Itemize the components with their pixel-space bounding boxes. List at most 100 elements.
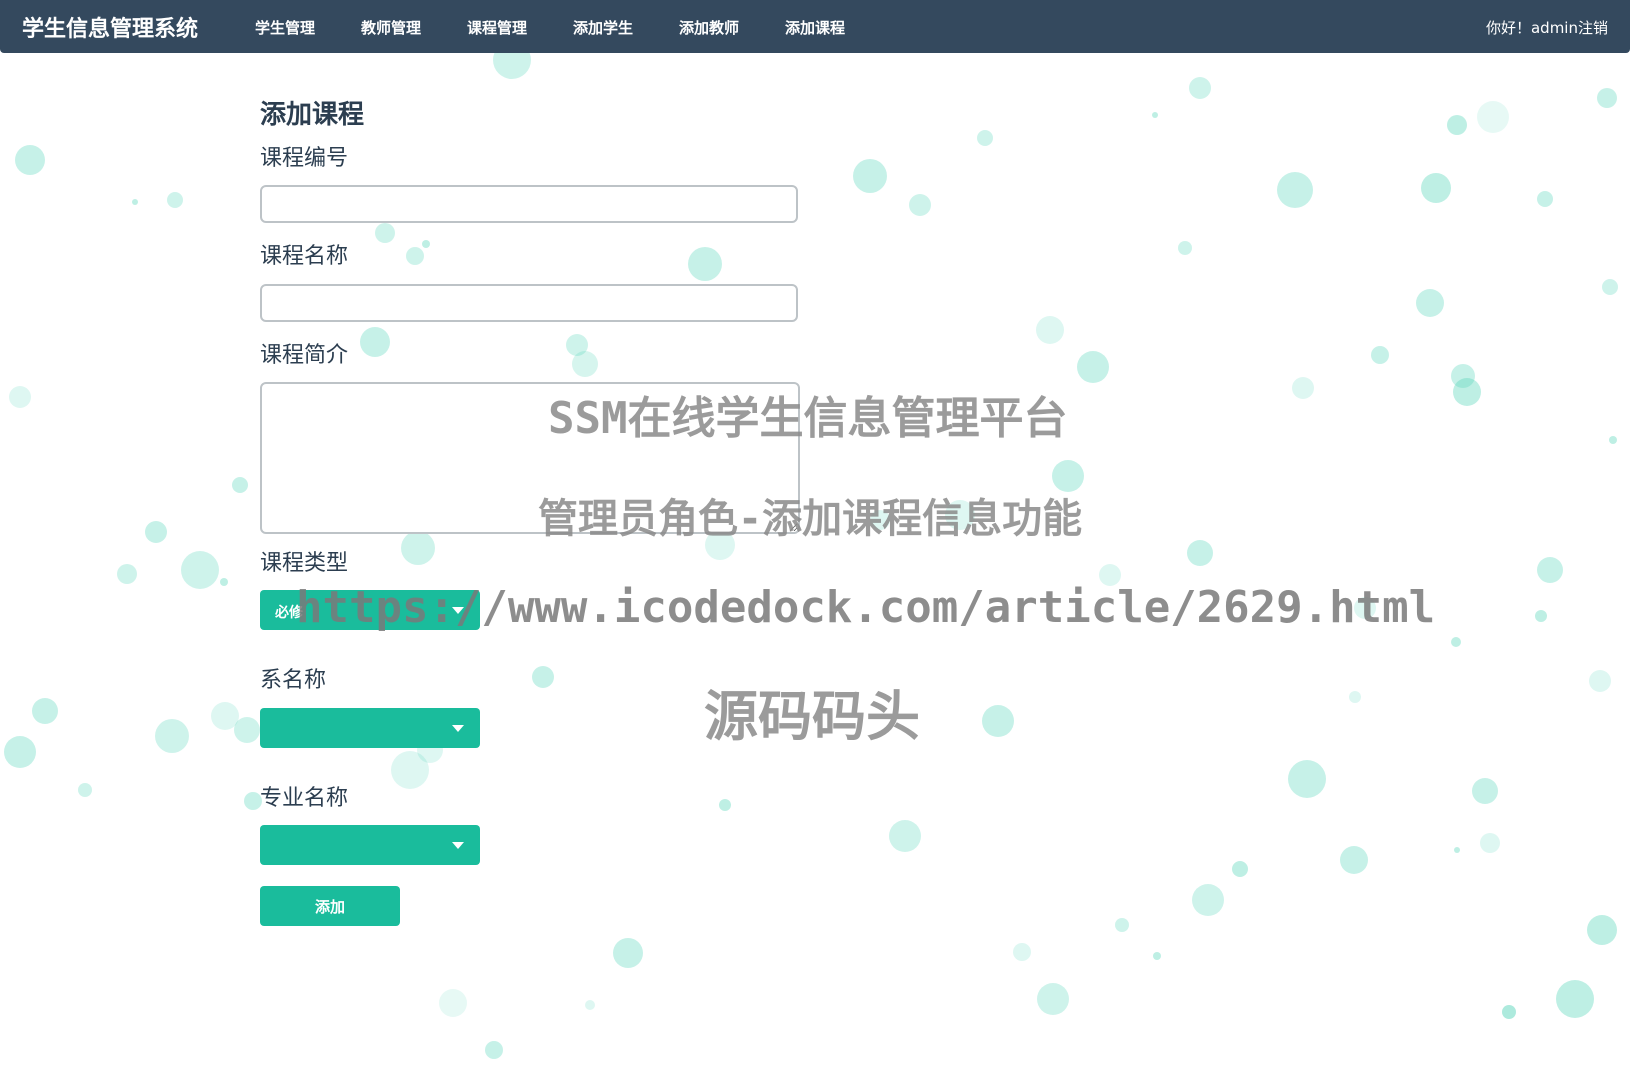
nav-add-student[interactable]: 添加学生	[573, 17, 633, 38]
decorative-bubble	[1115, 918, 1129, 932]
decorative-bubble	[1537, 191, 1553, 207]
decorative-bubble	[532, 666, 554, 688]
decorative-bubble	[853, 159, 887, 193]
major-label: 专业名称	[260, 786, 349, 811]
decorative-bubble	[1288, 760, 1326, 798]
decorative-bubble	[439, 989, 467, 1017]
user-greeting: 你好！admin	[1485, 19, 1578, 37]
decorative-bubble	[889, 820, 921, 852]
decorative-bubble	[145, 521, 167, 543]
add-course-button[interactable]: 添加	[260, 886, 400, 926]
decorative-bubble	[485, 1041, 503, 1059]
decorative-bubble	[1480, 833, 1500, 853]
decorative-bubble	[1187, 540, 1213, 566]
decorative-bubble	[1178, 241, 1192, 255]
watermark-brand: 源码码头	[704, 685, 920, 748]
course-id-input[interactable]	[260, 185, 798, 223]
course-id-label: 课程编号	[260, 146, 349, 171]
decorative-bubble	[181, 551, 219, 589]
decorative-bubble	[232, 477, 248, 493]
course-type-label: 课程类型	[260, 551, 349, 576]
decorative-bubble	[1477, 101, 1509, 133]
decorative-bubble	[234, 717, 260, 743]
decorative-bubble	[566, 334, 588, 356]
decorative-bubble	[1153, 952, 1161, 960]
decorative-bubble	[1232, 861, 1248, 877]
decorative-bubble	[982, 705, 1014, 737]
major-select[interactable]	[260, 825, 480, 865]
nav-student-management[interactable]: 学生管理	[255, 17, 315, 38]
decorative-bubble	[572, 351, 598, 377]
decorative-bubble	[1292, 377, 1314, 399]
decorative-bubble	[375, 223, 395, 243]
decorative-bubble	[117, 564, 137, 584]
decorative-bubble	[1447, 115, 1467, 135]
course-intro-label: 课程简介	[260, 343, 349, 368]
decorative-bubble	[1472, 778, 1498, 804]
caret-down-icon	[452, 725, 464, 732]
decorative-bubble	[422, 240, 430, 248]
decorative-bubble	[1589, 670, 1611, 692]
decorative-bubble	[220, 578, 228, 586]
decorative-bubble	[401, 531, 435, 565]
logout-link[interactable]: 注销	[1578, 19, 1608, 37]
decorative-bubble	[1609, 436, 1617, 444]
watermark-line1: SSM在线学生信息管理平台	[548, 393, 1068, 444]
decorative-bubble	[1587, 915, 1617, 945]
decorative-bubble	[1556, 980, 1594, 1018]
decorative-bubble	[132, 199, 138, 205]
decorative-bubble	[211, 702, 239, 730]
decorative-bubble	[977, 130, 993, 146]
watermark-line2: 管理员角色-添加课程信息功能	[538, 496, 1083, 542]
brand-title[interactable]: 学生信息管理系统	[22, 11, 198, 43]
page-title: 添加课程	[260, 100, 365, 130]
course-name-input[interactable]	[260, 284, 798, 322]
decorative-bubble	[1152, 112, 1158, 118]
decorative-bubble	[1597, 88, 1617, 108]
watermark-url: https://www.icodedock.com/article/2629.h…	[296, 582, 1436, 633]
decorative-bubble	[78, 783, 92, 797]
decorative-bubble	[9, 386, 31, 408]
decorative-bubble	[1340, 846, 1368, 874]
decorative-bubble	[1349, 691, 1361, 703]
decorative-bubble	[1421, 173, 1451, 203]
decorative-bubble	[1453, 378, 1481, 406]
decorative-bubble	[1451, 364, 1475, 388]
decorative-bubble	[1036, 316, 1064, 344]
decorative-bubble	[167, 192, 183, 208]
decorative-bubble	[719, 799, 731, 811]
nav-course-management[interactable]: 课程管理	[467, 17, 527, 38]
nav-add-teacher[interactable]: 添加教师	[679, 17, 739, 38]
top-navbar: 学生信息管理系统 学生管理 教师管理 课程管理 添加学生 添加教师 添加课程 你…	[0, 0, 1630, 53]
decorative-bubble	[1192, 884, 1224, 916]
decorative-bubble	[1416, 289, 1444, 317]
dept-select[interactable]	[260, 708, 480, 748]
decorative-bubble	[688, 247, 722, 281]
nav-teacher-management[interactable]: 教师管理	[361, 17, 421, 38]
decorative-bubble	[1077, 351, 1109, 383]
decorative-bubble	[406, 247, 424, 265]
decorative-bubble	[613, 938, 643, 968]
decorative-bubble	[1535, 610, 1547, 622]
decorative-bubble	[4, 736, 36, 768]
decorative-bubble	[585, 1000, 595, 1010]
dept-label: 系名称	[260, 668, 327, 693]
decorative-bubble	[155, 719, 189, 753]
decorative-bubble	[1277, 172, 1313, 208]
user-area: 你好！admin注销	[1486, 17, 1608, 38]
decorative-bubble	[1454, 847, 1460, 853]
nav-add-course[interactable]: 添加课程	[785, 17, 845, 38]
decorative-bubble	[360, 327, 390, 357]
decorative-bubble	[391, 751, 429, 789]
decorative-bubble	[1537, 557, 1563, 583]
decorative-bubble	[1451, 637, 1461, 647]
decorative-bubble	[1602, 279, 1618, 295]
decorative-bubble	[15, 145, 45, 175]
caret-down-icon	[452, 842, 464, 849]
decorative-bubble	[1502, 1005, 1516, 1019]
decorative-bubble	[1189, 77, 1211, 99]
decorative-bubble	[32, 698, 58, 724]
decorative-bubble	[1371, 346, 1389, 364]
decorative-bubble	[1013, 943, 1031, 961]
decorative-bubble	[909, 194, 931, 216]
